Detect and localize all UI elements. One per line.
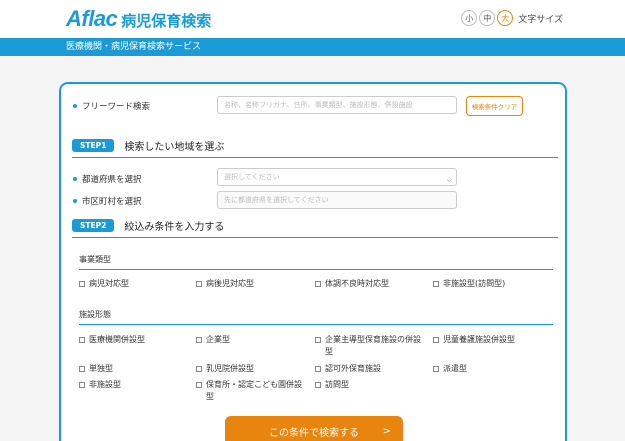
checkbox-box[interactable] xyxy=(196,366,202,372)
checkbox-label: 認可外保育施設 xyxy=(325,364,381,373)
checkbox-facility-type[interactable]: 非施設型 xyxy=(79,379,121,391)
prefecture-select-value: 選択してください xyxy=(224,173,280,181)
step1-header: STEP1 検索したい地域を選ぶ xyxy=(72,134,558,158)
checkbox-facility-type[interactable]: 派遣型 xyxy=(433,363,467,375)
checkbox-facility-type[interactable]: 単独型 xyxy=(79,363,113,375)
font-size-small-button[interactable]: 小 xyxy=(461,10,478,26)
font-size-label: 文字サイズ xyxy=(518,14,563,25)
facility-type-title: 施設形態 xyxy=(79,309,553,325)
prefecture-select[interactable]: 選択してください ⌵ xyxy=(217,168,457,186)
checkbox-box[interactable] xyxy=(315,366,321,372)
checkbox-box[interactable] xyxy=(315,281,321,287)
free-word-label-row: フリーワード検索 xyxy=(73,100,150,112)
checkbox-business-type[interactable]: 体調不良時対応型 xyxy=(315,278,389,290)
checkbox-business-type[interactable]: 病児対応型 xyxy=(79,278,129,290)
checkbox-label: 企業型 xyxy=(206,335,230,344)
checkbox-box[interactable] xyxy=(79,382,85,388)
chevron-down-icon: ⌵ xyxy=(446,176,452,184)
checkbox-box[interactable] xyxy=(196,382,202,388)
logo-word: Aflac xyxy=(66,6,118,31)
bullet-dot xyxy=(73,177,77,181)
checkbox-box[interactable] xyxy=(196,337,202,343)
checkbox-label: 非施設型 xyxy=(89,380,121,389)
checkbox-facility-type[interactable]: 医療機関併設型 xyxy=(79,334,145,346)
clear-conditions-button[interactable]: 検索条件クリア xyxy=(466,96,523,116)
checkbox-box[interactable] xyxy=(196,281,202,287)
checkbox-facility-type[interactable]: 認可外保育施設 xyxy=(315,363,381,375)
checkbox-label: 医療機関併設型 xyxy=(89,335,145,344)
checkbox-box[interactable] xyxy=(315,382,321,388)
step2-title: 絞込み条件を入力する xyxy=(124,222,225,233)
checkbox-box[interactable] xyxy=(315,337,321,343)
checkbox-label: 単独型 xyxy=(89,364,113,373)
step2-badge: STEP2 xyxy=(72,219,115,232)
checkbox-label: 訪問型 xyxy=(325,380,349,389)
checkbox-label: 乳児院併設型 xyxy=(206,364,254,373)
checkbox-box[interactable] xyxy=(433,366,439,372)
logo-service-name: 病児保育検索 xyxy=(121,12,212,30)
checkbox-business-type[interactable]: 病後児対応型 xyxy=(196,278,254,290)
business-type-title: 事業類型 xyxy=(79,254,553,270)
site-header: Aflac 病児保育検索 小 中 大 文字サイズ xyxy=(0,0,625,38)
step2-header: STEP2 絞込み条件を入力する xyxy=(72,214,558,238)
checkbox-box[interactable] xyxy=(79,337,85,343)
checkbox-facility-type[interactable]: 乳児院併設型 xyxy=(196,363,254,375)
font-size-medium-button[interactable]: 中 xyxy=(479,10,496,26)
checkbox-label: 企業主導型保育施設の併設型 xyxy=(325,335,421,356)
checkbox-label: 保育所・認定こども園併設型 xyxy=(206,380,302,401)
checkbox-label: 派遣型 xyxy=(443,364,467,373)
city-label-row: 市区町村を選択 xyxy=(73,195,142,207)
aflac-logo[interactable]: Aflac 病児保育検索 xyxy=(66,6,211,32)
search-panel: フリーワード検索 名称、名称フリガナ、住所、事業類型、施設形態、併設施設 検索条… xyxy=(59,82,567,441)
checkbox-business-type[interactable]: 非施設型(訪問型) xyxy=(433,278,505,290)
bullet-dot xyxy=(73,199,77,203)
prefecture-label: 都道府県を選択 xyxy=(82,175,142,185)
bullet-dot xyxy=(73,104,77,108)
checkbox-box[interactable] xyxy=(79,281,85,287)
city-label: 市区町村を選択 xyxy=(82,197,142,207)
search-submit-label: この条件で検索する xyxy=(269,427,359,439)
checkbox-label: 体調不良時対応型 xyxy=(325,279,389,288)
font-size-switcher: 小 中 大 文字サイズ xyxy=(459,10,563,26)
checkbox-facility-type[interactable]: 児童養護施設併設型 xyxy=(433,334,515,346)
checkbox-label: 病後児対応型 xyxy=(206,279,254,288)
service-bar: 医療機関・病児保育検索サービス xyxy=(0,38,625,56)
free-word-label: フリーワード検索 xyxy=(82,102,151,112)
checkbox-facility-type[interactable]: 企業型 xyxy=(196,334,230,346)
font-size-large-button[interactable]: 大 xyxy=(497,10,514,26)
step1-title: 検索したい地域を選ぶ xyxy=(124,142,225,153)
chevron-right-icon: > xyxy=(382,425,391,437)
checkbox-facility-type[interactable]: 保育所・認定こども園併設型 xyxy=(196,379,308,403)
checkbox-label: 児童養護施設併設型 xyxy=(443,335,515,344)
checkbox-box[interactable] xyxy=(79,366,85,372)
step1-badge: STEP1 xyxy=(72,139,115,152)
city-input[interactable]: 先に都道府県を選択してください xyxy=(217,191,457,209)
prefecture-label-row: 都道府県を選択 xyxy=(73,173,142,185)
checkbox-label: 病児対応型 xyxy=(89,279,129,288)
checkbox-facility-type[interactable]: 訪問型 xyxy=(315,379,349,391)
checkbox-label: 非施設型(訪問型) xyxy=(443,279,506,288)
checkbox-box[interactable] xyxy=(433,281,439,287)
search-submit-button[interactable]: この条件で検索する > xyxy=(225,416,403,441)
checkbox-box[interactable] xyxy=(433,337,439,343)
checkbox-facility-type[interactable]: 企業主導型保育施設の併設型 xyxy=(315,334,427,358)
free-word-input[interactable]: 名称、名称フリガナ、住所、事業類型、施設形態、併設施設 xyxy=(217,96,457,114)
